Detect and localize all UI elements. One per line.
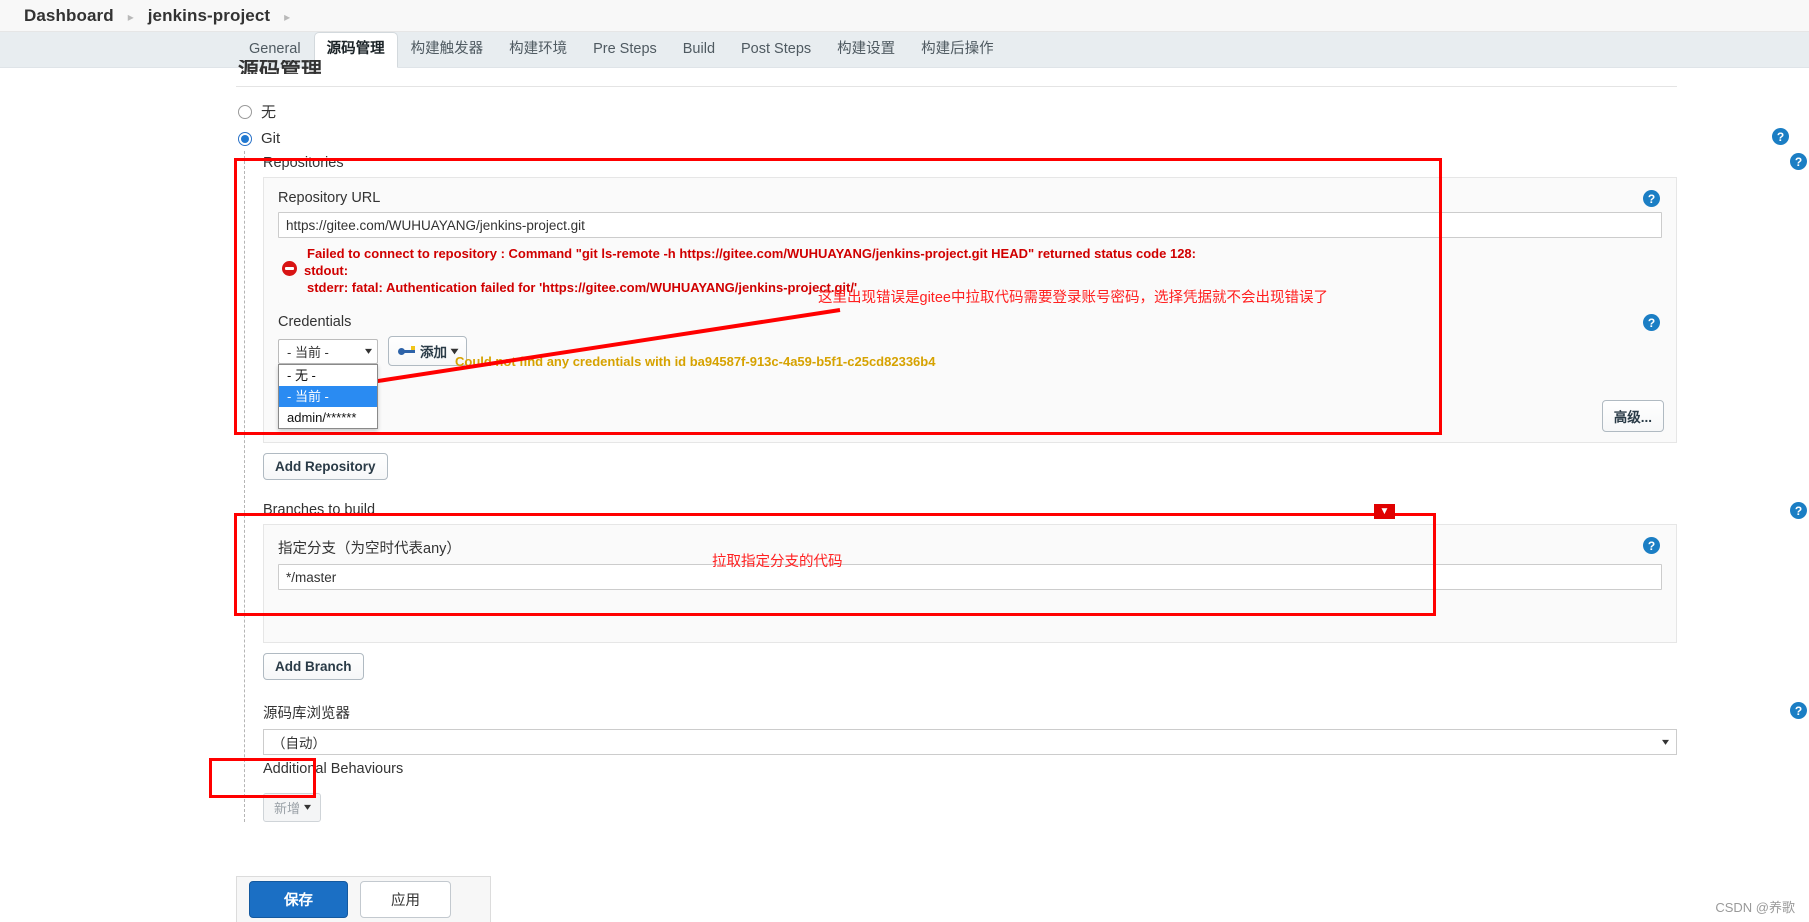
breadcrumb: Dashboard ▸ jenkins-project ▸ bbox=[0, 0, 1809, 32]
key-icon bbox=[398, 345, 415, 357]
error-line-1: Failed to connect to repository : Comman… bbox=[307, 246, 1196, 261]
credentials-select-value: - 当前 - bbox=[287, 344, 329, 360]
help-icon-git[interactable]: ? bbox=[1772, 128, 1789, 145]
chevron-down-icon-behaviour: ▾ bbox=[304, 802, 312, 813]
repository-url-input[interactable] bbox=[278, 212, 1662, 238]
annotation-down-marker: ▼ bbox=[1374, 504, 1395, 519]
help-icon-repository-url[interactable]: ? bbox=[1643, 190, 1660, 207]
scm-option-none-label: 无 bbox=[261, 104, 277, 121]
error-icon bbox=[282, 261, 297, 276]
add-credentials-label: 添加 bbox=[420, 345, 447, 360]
annotation-text-credentials: 这里出现错误是gitee中拉取代码需要登录账号密码，选择凭据就不会出现错误了 bbox=[818, 290, 1328, 306]
radio-none-icon[interactable] bbox=[238, 104, 252, 119]
watermark: CSDN @养歌 bbox=[1715, 900, 1795, 915]
help-icon-repositories[interactable]: ? bbox=[1790, 153, 1807, 170]
branches-to-build-label: Branches to build bbox=[263, 502, 376, 518]
add-repository-row: Add Repository bbox=[263, 443, 1677, 480]
credentials-select[interactable]: - 当前 - ▾ bbox=[278, 338, 378, 364]
repository-url-label-row: Repository URL ? bbox=[278, 190, 1662, 212]
help-icon-branch-spec[interactable]: ? bbox=[1643, 537, 1660, 554]
scm-form-area: 源码管理 无 Git ? Repositories ? Repository U… bbox=[236, 60, 1807, 822]
scm-option-git-label: Git bbox=[261, 130, 281, 147]
repositories-label: Repositories bbox=[263, 155, 344, 171]
help-icon-credentials[interactable]: ? bbox=[1643, 314, 1660, 331]
repository-panel: Repository URL ? Failed to connect to re… bbox=[263, 177, 1677, 443]
credentials-dropdown-list[interactable]: - 无 - - 当前 - admin/****** bbox=[278, 363, 378, 429]
branch-spec-label: 指定分支（为空时代表any） bbox=[278, 541, 461, 557]
scm-option-none[interactable]: 无 bbox=[236, 97, 1677, 126]
page-title: 源码管理 bbox=[238, 60, 322, 74]
section-divider bbox=[236, 86, 1677, 87]
credentials-row: - 当前 - ▾ - 无 - - 当前 - admin/****** 添加 ▾ … bbox=[278, 336, 1662, 429]
breadcrumb-separator-icon: ▸ bbox=[127, 9, 134, 24]
repository-browser-value: （自动） bbox=[272, 736, 326, 751]
repository-panel-inner: Repository URL ? Failed to connect to re… bbox=[264, 178, 1676, 442]
repository-panel-spacer bbox=[278, 366, 1662, 428]
advanced-button[interactable]: 高级... bbox=[1601, 400, 1664, 432]
browser-label-row: 源码库浏览器 ? bbox=[263, 680, 1807, 729]
branches-panel-spacer bbox=[278, 590, 1662, 620]
config-form-content: 源码管理 无 Git ? Repositories ? Repository U… bbox=[0, 60, 1809, 822]
jenkins-job-config-page: Dashboard ▸ jenkins-project ▸ General 源码… bbox=[0, 0, 1809, 922]
add-repository-button[interactable]: Add Repository bbox=[263, 453, 388, 480]
repository-url-label: Repository URL bbox=[278, 190, 381, 206]
apply-button[interactable]: 应用 bbox=[360, 881, 451, 918]
branches-label-row: Branches to build ? bbox=[263, 480, 1807, 524]
chevron-down-icon-browser: ▾ bbox=[1661, 736, 1670, 748]
radio-git-icon[interactable] bbox=[238, 131, 252, 146]
breadcrumb-item-jenkins-project[interactable]: jenkins-project bbox=[148, 6, 270, 26]
add-behaviour-label: 新增 bbox=[274, 801, 301, 816]
breadcrumb-separator-icon-2: ▸ bbox=[284, 9, 291, 24]
credentials-select-wrapper: - 当前 - ▾ - 无 - - 当前 - admin/****** bbox=[278, 338, 378, 429]
repositories-label-row: Repositories ? bbox=[263, 151, 1807, 177]
repository-browser-label: 源码库浏览器 bbox=[263, 706, 350, 722]
credentials-option-current[interactable]: - 当前 - bbox=[279, 385, 377, 407]
add-branch-row: Add Branch bbox=[263, 643, 1677, 680]
credentials-option-admin[interactable]: admin/****** bbox=[279, 407, 377, 428]
help-icon-branches[interactable]: ? bbox=[1790, 502, 1807, 519]
credentials-option-none[interactable]: - 无 - bbox=[279, 365, 377, 386]
add-branch-button[interactable]: Add Branch bbox=[263, 653, 364, 680]
credentials-label: Credentials bbox=[278, 314, 352, 330]
repository-browser-select[interactable]: （自动） ▾ bbox=[263, 729, 1677, 755]
scm-option-git[interactable]: Git ? bbox=[236, 126, 1789, 151]
breadcrumb-item-dashboard[interactable]: Dashboard bbox=[24, 6, 114, 26]
additional-behaviours-label: Additional Behaviours bbox=[263, 761, 404, 777]
branches-panel-inner: 指定分支（为空时代表any） ? bbox=[264, 525, 1676, 642]
save-button[interactable]: 保存 bbox=[249, 881, 348, 918]
add-behaviour-button[interactable]: 新增 ▾ bbox=[263, 793, 322, 822]
add-behaviour-row: 新增 ▾ bbox=[263, 781, 1677, 822]
credentials-warning-text: Could not find any credentials with id b… bbox=[455, 354, 936, 369]
branch-spec-label-row: 指定分支（为空时代表any） ? bbox=[278, 537, 1662, 564]
annotation-text-branch: 拉取指定分支的代码 bbox=[712, 554, 843, 570]
form-action-bar: 保存 应用 bbox=[236, 876, 491, 922]
branch-spec-input[interactable] bbox=[278, 564, 1662, 590]
chevron-down-icon: ▾ bbox=[364, 345, 373, 357]
error-line-2: stdout: bbox=[304, 263, 349, 278]
git-config-nested: Repositories ? Repository URL ? https://… bbox=[244, 151, 1807, 822]
help-icon-browser[interactable]: ? bbox=[1790, 702, 1807, 719]
branches-panel: 指定分支（为空时代表any） ? bbox=[263, 524, 1677, 643]
